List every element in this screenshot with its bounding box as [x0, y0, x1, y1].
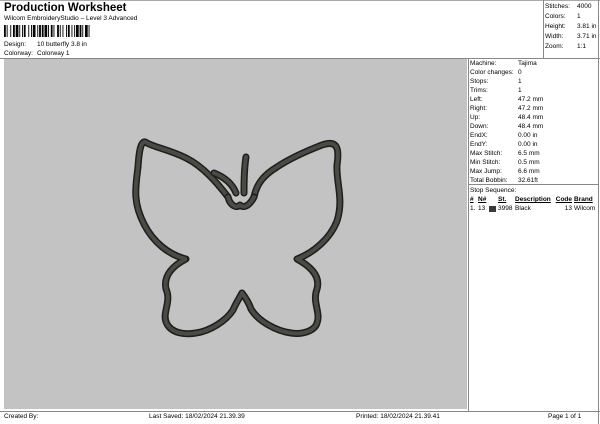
- info-left: Left: 47.2 mm: [470, 96, 544, 103]
- col-index: #: [470, 196, 474, 203]
- stat-colors: Colors: 1: [545, 13, 581, 20]
- table-row: 1. 13 3998 Black 13 Wilcom: [470, 204, 596, 213]
- row-needle: 13: [478, 205, 486, 212]
- stat-zoom: Zoom: 1:1: [545, 43, 587, 50]
- colorway-row: Colorway: Colorway 1: [4, 50, 70, 57]
- colorway-value: Colorway 1: [37, 50, 70, 57]
- summary-stats: Stitches: 4000 Colors: 1 Height: 3.81 in Wi…: [545, 2, 597, 52]
- page-title: Production Worksheet: [4, 2, 127, 14]
- info-right: Right: 47.2 mm: [470, 105, 544, 112]
- design-row: Design: 10 butterfly 3.8 in: [4, 41, 87, 48]
- footer-created-by: Created By:: [4, 413, 39, 420]
- footer-printed: Printed: 18/02/2024 21.39.41: [356, 413, 440, 420]
- col-description: Description: [515, 196, 551, 203]
- machine-info-panel: Machine: Tajima Color changes: 0 Stops: 1 T…: [470, 59, 596, 213]
- bottom-divider: [0, 411, 600, 412]
- row-code: 13: [564, 205, 572, 212]
- stop-sequence-title: Stop Sequence:: [470, 187, 517, 194]
- info-max-jump: Max Jump: 6.6 mm: [470, 168, 540, 175]
- col-needle: N#: [478, 196, 487, 203]
- barcode: [4, 25, 90, 37]
- butterfly-design: [132, 138, 344, 338]
- info-endx: EndX: 0.00 in: [470, 132, 538, 139]
- info-color-changes: Color changes: 0: [470, 69, 522, 76]
- software-subtitle: Wilcom EmbroideryStudio – Level 3 Advanc…: [4, 15, 138, 22]
- butterfly-antenna-right-hl: [242, 155, 248, 195]
- design-label: Design:: [4, 41, 27, 48]
- info-stops: Stops: 1: [470, 78, 522, 85]
- info-max-stitch: Max Stitch: 6.5 mm: [470, 150, 540, 157]
- panel-divider: [468, 58, 469, 411]
- stat-height: Height: 3.81 in: [545, 23, 597, 30]
- col-code: Code: [555, 196, 572, 203]
- header-divider: [0, 0, 600, 1]
- thread-color-icon: [489, 205, 496, 212]
- row-stitches: 3998: [498, 205, 513, 212]
- row-brand: Wilcom: [574, 205, 596, 212]
- info-up: Up: 48.4 mm: [470, 114, 544, 121]
- footer-page: Page 1 of 1: [548, 413, 582, 420]
- stat-stitches: Stitches: 4000: [545, 3, 592, 10]
- row-description: Black: [515, 205, 531, 212]
- col-brand: Brand: [574, 196, 593, 203]
- col-stitches: St.: [498, 196, 507, 203]
- row-index: 1.: [470, 205, 476, 212]
- colorway-label: Colorway:: [4, 50, 33, 57]
- info-down: Down: 48.4 mm: [470, 123, 544, 130]
- info-machine: Machine: Tajima: [470, 60, 537, 67]
- footer-last-saved: Last Saved: 18/02/2024 21.39.39: [149, 413, 245, 420]
- right-border: [598, 0, 599, 424]
- info-min-stitch: Min Stitch: 0.5 mm: [470, 159, 540, 166]
- stop-sequence-header: # N# St. Description Code Brand: [470, 195, 596, 204]
- stat-width: Width: 3.71 in: [545, 33, 597, 40]
- stats-divider: [543, 0, 544, 58]
- color-swatch: [489, 204, 498, 213]
- info-trims: Trims: 1: [470, 87, 522, 94]
- design-preview: [4, 59, 467, 409]
- info-total-bobbin: Total Bobbin: 32.61ft: [470, 177, 538, 184]
- info-endy: EndY: 0.00 in: [470, 141, 538, 148]
- design-value: 10 butterfly 3.8 in: [37, 41, 87, 48]
